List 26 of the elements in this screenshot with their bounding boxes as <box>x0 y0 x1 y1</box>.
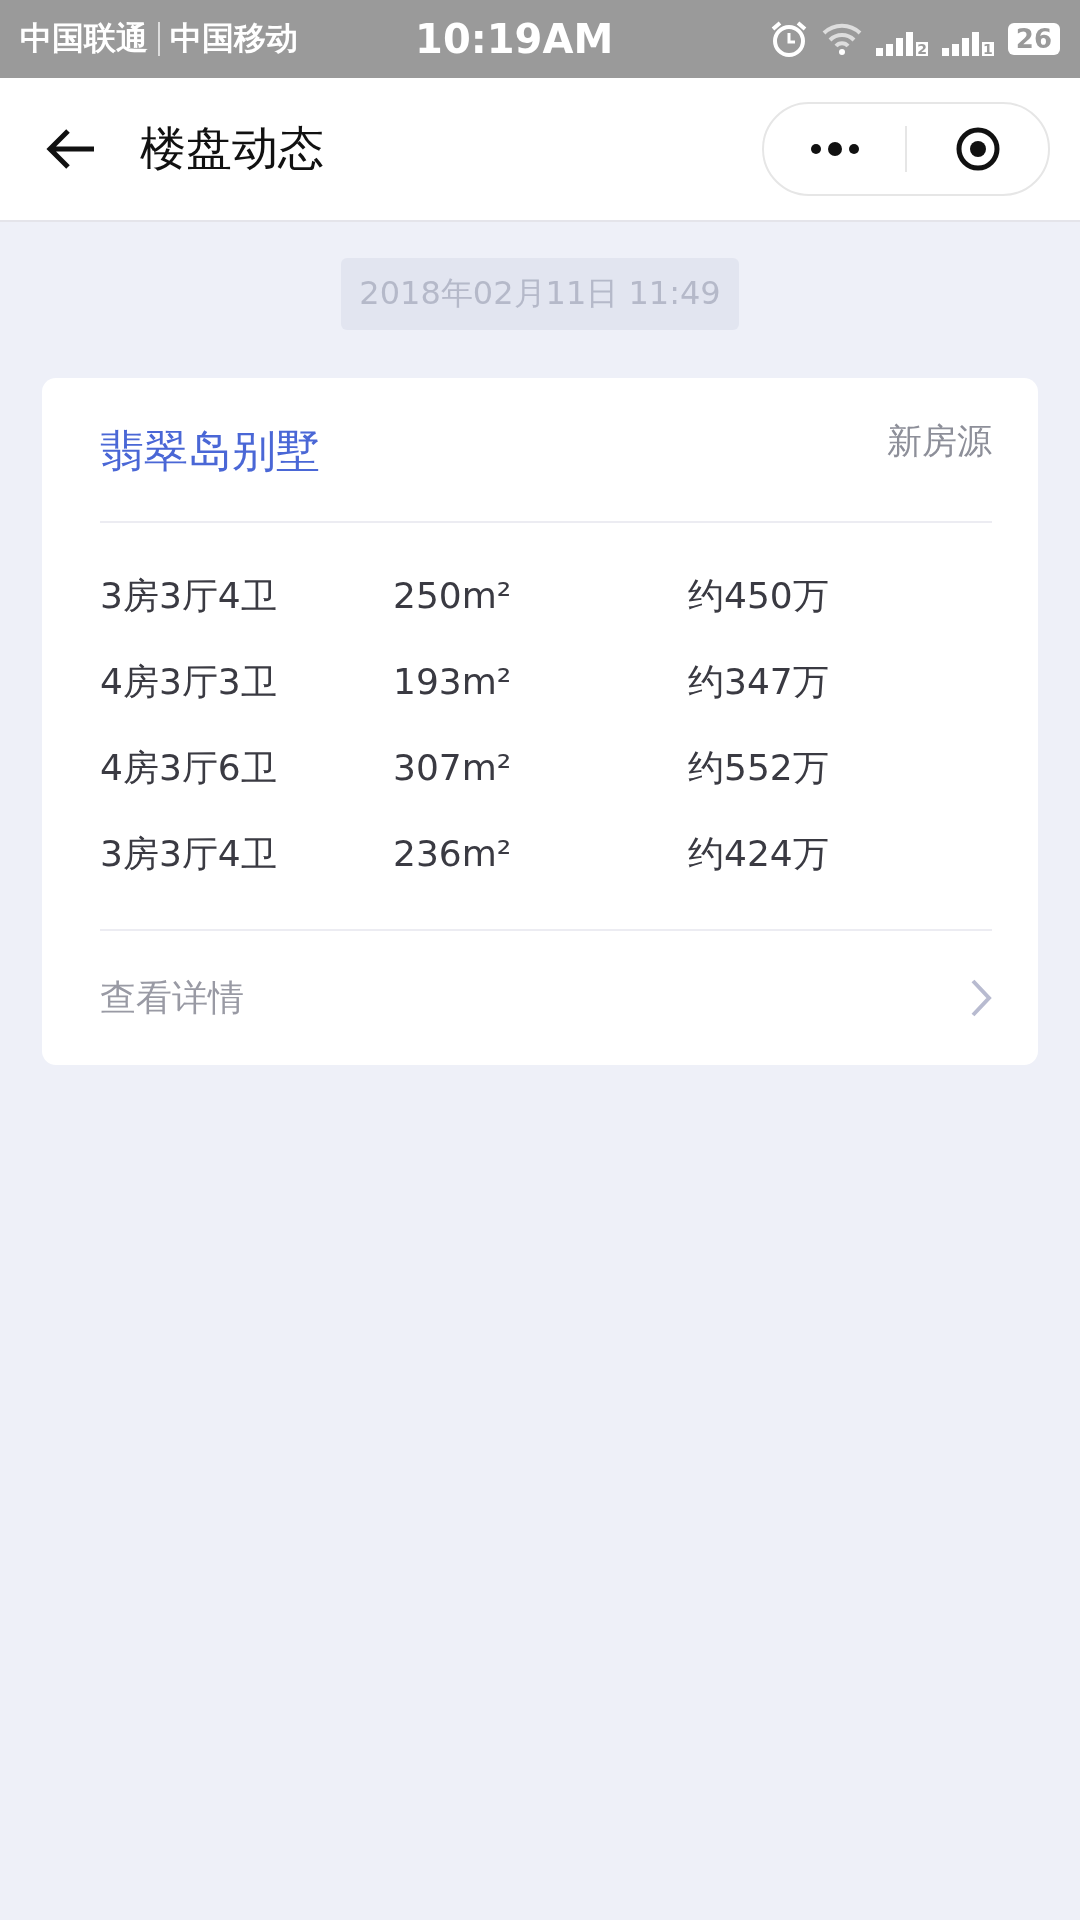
price-text: 约552万 <box>688 746 830 790</box>
view-details-link[interactable]: 查看详情 <box>100 931 992 1065</box>
page-title: 楼盘动态 <box>140 120 324 177</box>
layout-text: 4房3厅6卫 <box>100 746 278 790</box>
area-text: 236m² <box>393 832 513 876</box>
price-text: 约450万 <box>688 574 830 618</box>
price-text: 约347万 <box>688 660 830 704</box>
status-time: 10:19AM <box>415 16 614 62</box>
target-circle-icon <box>954 126 1001 172</box>
layout-text: 3房3厅4卫 <box>100 574 278 618</box>
battery-level: 26 <box>1007 23 1060 55</box>
wifi-icon <box>822 23 863 55</box>
more-dots-icon <box>809 142 860 156</box>
carrier-name: 中国联通 <box>20 18 148 59</box>
layout-text: 4房3厅3卫 <box>100 660 278 704</box>
area-text: 250m² <box>393 574 513 618</box>
area-text: 193m² <box>393 660 513 704</box>
listing-title: 翡翠岛别墅 <box>100 424 320 478</box>
alarm-icon <box>770 20 809 58</box>
carrier-name: 中国移动 <box>170 18 298 59</box>
price-text: 约424万 <box>688 832 830 876</box>
layout-text: 3房3厅4卫 <box>100 832 278 876</box>
chevron-right-icon <box>970 978 992 1018</box>
back-arrow-icon[interactable] <box>46 129 96 169</box>
listing-tag: 新房源 <box>887 418 992 465</box>
area-text: 307m² <box>393 746 513 790</box>
